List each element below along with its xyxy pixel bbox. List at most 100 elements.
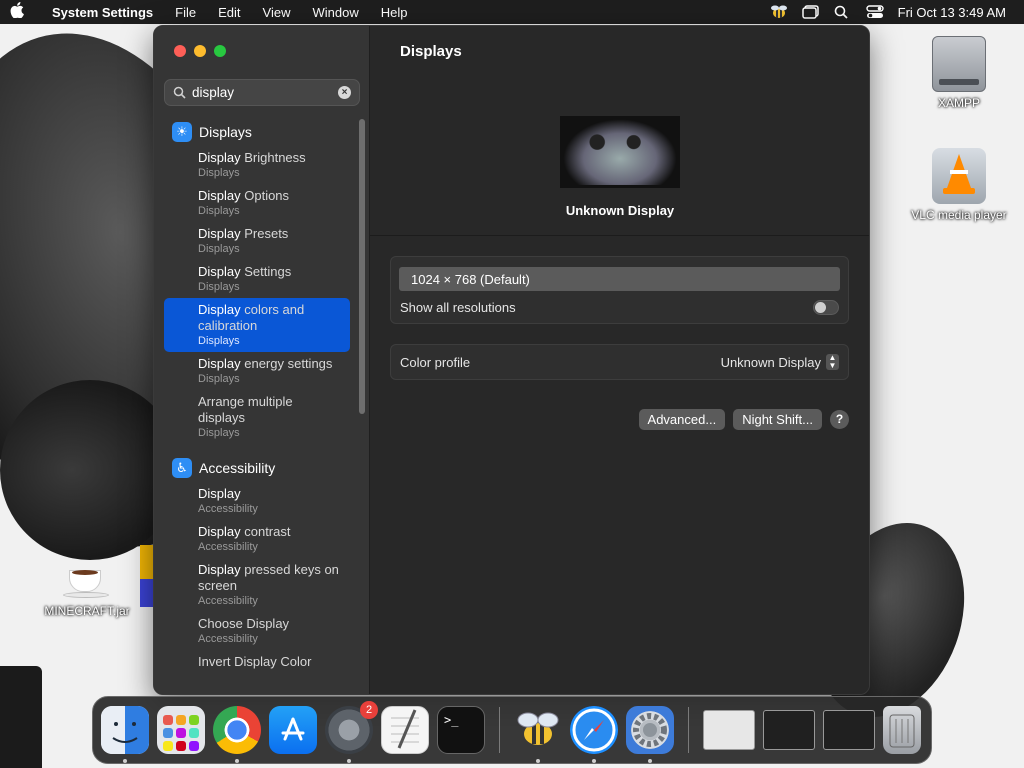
dock-system-preferences[interactable]: 2 xyxy=(325,701,378,763)
clear-search-icon[interactable]: × xyxy=(338,86,351,99)
java-cup-icon xyxy=(63,560,111,600)
section-accessibility[interactable]: ♿ Accessibility xyxy=(164,454,350,482)
result-display-settings[interactable]: Display Settings Displays xyxy=(164,260,350,298)
result-arrange-displays[interactable]: Arrange multiple displays Displays xyxy=(164,390,350,444)
dock-safari[interactable] xyxy=(570,706,618,763)
color-profile-group: Color profile Unknown Display ▲ ▼ xyxy=(390,344,849,380)
result-accessibility-display[interactable]: Display Accessibility xyxy=(164,482,350,520)
result-rest: Arrange multiple displays xyxy=(198,394,293,425)
result-sub: Accessibility xyxy=(198,541,258,553)
running-indicator xyxy=(347,759,351,763)
result-sub: Displays xyxy=(198,205,240,217)
section-title: Displays xyxy=(199,124,252,140)
result-match: Display xyxy=(198,562,241,577)
dock-textedit[interactable] xyxy=(381,706,429,754)
color-profile-popup[interactable]: Unknown Display ▲ ▼ xyxy=(721,354,839,370)
dock-separator xyxy=(499,707,500,753)
dock-system-settings[interactable] xyxy=(626,706,674,763)
result-sub: Displays xyxy=(198,167,240,179)
dock-chrome[interactable] xyxy=(213,706,261,763)
advanced-button[interactable]: Advanced... xyxy=(638,409,726,430)
system-settings-window: display × ☀ Displays Display Brightness … xyxy=(153,25,870,695)
result-display-energy[interactable]: Display energy settings Displays xyxy=(164,352,350,390)
sidebar-scrollbar[interactable] xyxy=(359,119,365,414)
dock-finder[interactable] xyxy=(101,706,149,763)
night-shift-button[interactable]: Night Shift... xyxy=(733,409,822,430)
result-display-colors-calibration[interactable]: Display colors and calibration Displays xyxy=(164,298,350,352)
background-window-edge xyxy=(0,666,42,768)
resolution-group: 1024 × 768 (Default) Show all resolution… xyxy=(390,256,849,324)
control-center-icon[interactable] xyxy=(865,5,884,19)
result-display-presets[interactable]: Display Presets Displays xyxy=(164,222,350,260)
content-pane: Displays Unknown Display 1024 × 768 (Def… xyxy=(370,26,869,694)
menu-window[interactable]: Window xyxy=(301,5,369,20)
menu-edit[interactable]: Edit xyxy=(207,5,251,20)
finder-icon xyxy=(101,706,149,754)
sun-icon: ☀ xyxy=(172,122,192,142)
menu-clock[interactable]: Fri Oct 13 3:49 AM xyxy=(898,5,1006,20)
bottom-buttons: Advanced... Night Shift... ? xyxy=(638,409,849,430)
wallpaper-preview xyxy=(563,119,677,185)
desktop-icon-label: VLC media player xyxy=(911,208,1007,222)
sidebar: display × ☀ Displays Display Brightness … xyxy=(154,26,370,694)
result-display-options[interactable]: Display Options Displays xyxy=(164,184,350,222)
menu-view[interactable]: View xyxy=(252,5,302,20)
result-rest: Options xyxy=(240,188,290,203)
search-icon xyxy=(173,86,186,99)
menu-help[interactable]: Help xyxy=(370,5,419,20)
running-indicator xyxy=(536,759,540,763)
dock-trash[interactable] xyxy=(883,706,921,754)
result-match: Display xyxy=(198,486,241,501)
result-display-contrast[interactable]: Display contrast Accessibility xyxy=(164,520,350,558)
minimized-window-thumbnail[interactable] xyxy=(763,710,815,750)
dock-bee-app[interactable] xyxy=(514,706,562,763)
chevron-updown-icon: ▲ ▼ xyxy=(826,354,839,370)
divider xyxy=(370,235,869,236)
dock-launchpad[interactable] xyxy=(157,706,205,754)
section-title: Accessibility xyxy=(199,460,276,476)
show-all-resolutions-label: Show all resolutions xyxy=(400,299,516,315)
drive-icon xyxy=(932,36,986,92)
minimize-button[interactable] xyxy=(194,45,206,57)
resolution-option-selected[interactable]: 1024 × 768 (Default) xyxy=(399,267,840,291)
desktop-icon-minecraft[interactable]: MINECRAFT.jar xyxy=(27,560,147,618)
result-invert-display-color[interactable]: Invert Display Color xyxy=(164,650,350,674)
result-sub: Displays xyxy=(198,427,240,439)
display-thumbnail[interactable] xyxy=(560,116,680,188)
result-display-pressed-keys[interactable]: Display pressed keys on screen Accessibi… xyxy=(164,558,350,612)
minimized-window-thumbnail[interactable] xyxy=(823,710,875,750)
help-button[interactable]: ? xyxy=(830,410,849,429)
search-icon[interactable] xyxy=(834,5,852,19)
apple-menu-icon[interactable] xyxy=(0,2,34,22)
close-button[interactable] xyxy=(174,45,186,57)
menu-file[interactable]: File xyxy=(164,5,207,20)
desktop-icon-xampp[interactable]: XAMPP xyxy=(899,36,1019,110)
show-all-resolutions-row: Show all resolutions xyxy=(391,295,848,319)
result-display-brightness[interactable]: Display Brightness Displays xyxy=(164,146,350,184)
display-name: Unknown Display xyxy=(565,203,675,218)
result-match: Display xyxy=(198,264,241,279)
result-rest: Choose Display xyxy=(198,616,290,631)
result-rest: contrast xyxy=(240,524,291,539)
page-title: Displays xyxy=(400,43,462,60)
app-store-icon xyxy=(281,717,305,741)
menu-app-name[interactable]: System Settings xyxy=(34,5,164,20)
result-sub: Accessibility xyxy=(198,503,258,515)
desktop-icon-vlc[interactable]: VLC media player xyxy=(899,148,1019,222)
bee-icon[interactable] xyxy=(770,5,788,19)
result-choose-display[interactable]: Choose Display Accessibility xyxy=(164,612,350,650)
zoom-button[interactable] xyxy=(214,45,226,57)
window-icon[interactable] xyxy=(801,5,820,19)
result-match: Display xyxy=(198,226,241,241)
dock-app-store[interactable] xyxy=(269,706,317,754)
dock-terminal[interactable]: >_ xyxy=(437,706,485,754)
show-all-resolutions-toggle[interactable] xyxy=(813,299,839,315)
result-match: Display xyxy=(198,188,241,203)
result-sub: Accessibility xyxy=(198,633,258,645)
section-displays[interactable]: ☀ Displays xyxy=(164,118,350,146)
color-profile-row: Color profile Unknown Display ▲ ▼ xyxy=(391,345,848,379)
minimized-window-thumbnail[interactable] xyxy=(703,710,755,750)
search-input[interactable]: display xyxy=(192,85,332,100)
search-field[interactable]: display × xyxy=(164,79,360,106)
result-match: Display xyxy=(198,524,241,539)
